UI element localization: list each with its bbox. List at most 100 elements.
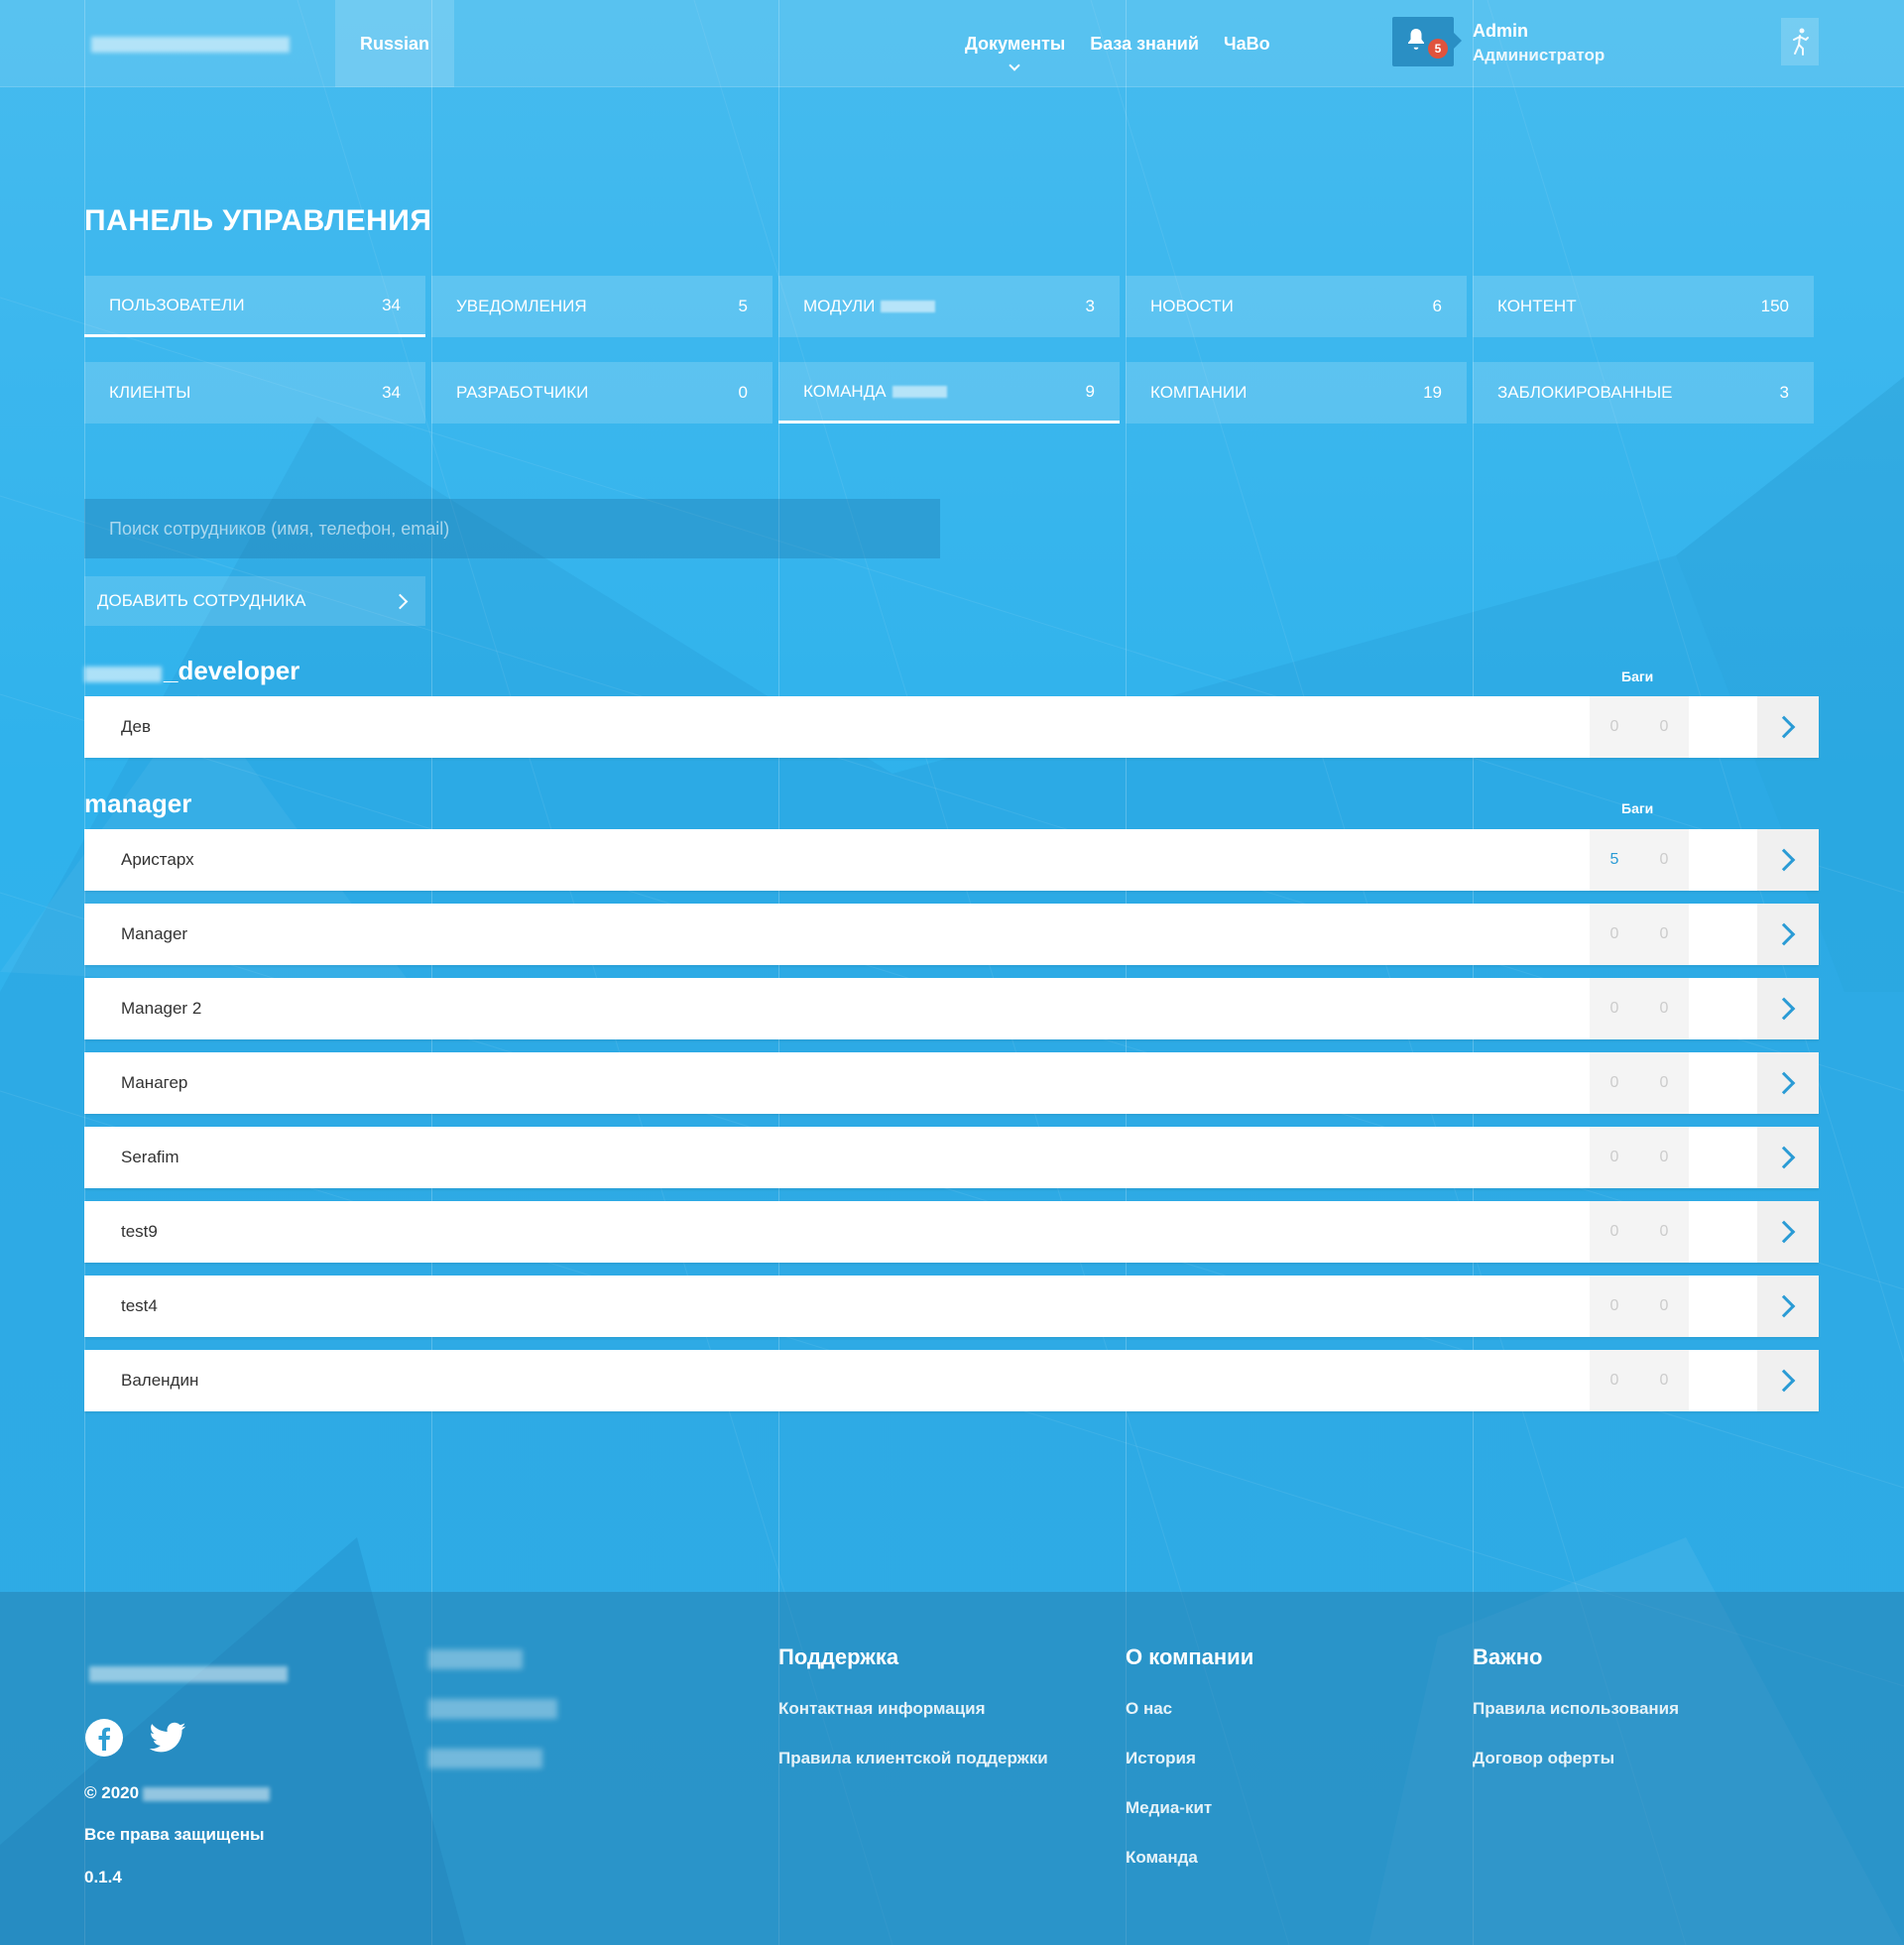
table-row[interactable]: Manager 2 0 0 xyxy=(84,978,1819,1039)
bugs-count-secondary: 0 xyxy=(1639,829,1689,891)
bugs-count: 0 xyxy=(1590,1127,1639,1188)
bugs-count-secondary: 0 xyxy=(1639,1350,1689,1411)
bugs-count[interactable]: 5 xyxy=(1590,829,1639,891)
table-row[interactable]: Serafim 0 0 xyxy=(84,1127,1819,1188)
table-row[interactable]: test9 0 0 xyxy=(84,1201,1819,1263)
notifications-button[interactable]: 5 xyxy=(1392,17,1462,66)
tile-label: Разработчики xyxy=(456,383,589,402)
column-header-bugs: Баги xyxy=(1621,669,1654,684)
tile-developers[interactable]: Разработчики 0 xyxy=(431,362,773,424)
tile-label: Заблокированные xyxy=(1497,383,1673,402)
open-employee-button[interactable] xyxy=(1757,829,1819,891)
employee-search-input[interactable] xyxy=(84,499,940,558)
tile-users[interactable]: Пользователи 34 xyxy=(84,276,425,337)
main-nav: Документы База знаний ЧаВо xyxy=(965,34,1270,71)
tile-count: 6 xyxy=(1432,297,1442,315)
tile-notifications[interactable]: Уведомления 5 xyxy=(431,276,773,337)
footer-link-media-kit[interactable]: Медиа-кит xyxy=(1126,1798,1212,1818)
user-name[interactable]: Admin xyxy=(1473,21,1528,42)
tile-count: 0 xyxy=(738,383,748,402)
table-row[interactable]: Дев 0 0 xyxy=(84,696,1819,758)
user-role: Администратор xyxy=(1473,46,1606,64)
tile-label: Пользователи xyxy=(109,295,245,314)
nav-documents-label: Документы xyxy=(965,34,1066,54)
nav-faq-label: ЧаВо xyxy=(1223,34,1270,54)
bugs-count-secondary: 0 xyxy=(1639,904,1689,965)
tile-label: Компании xyxy=(1150,383,1248,402)
language-switcher[interactable]: Russian xyxy=(335,0,454,87)
tile-news[interactable]: Новости 6 xyxy=(1126,276,1467,337)
footer-col-important-title: Важно xyxy=(1473,1644,1543,1669)
logo-redacted[interactable] xyxy=(91,37,290,53)
open-employee-button[interactable] xyxy=(1757,978,1819,1039)
open-employee-button[interactable] xyxy=(1757,1127,1819,1188)
bugs-count-secondary: 0 xyxy=(1639,1201,1689,1263)
notifications-badge: 5 xyxy=(1428,39,1448,59)
group-title-manager: manager xyxy=(84,789,191,819)
redacted-text xyxy=(881,301,936,312)
table-row[interactable]: Manager 0 0 xyxy=(84,904,1819,965)
tile-companies[interactable]: Компании 19 xyxy=(1126,362,1467,424)
tile-content[interactable]: Контент 150 xyxy=(1473,276,1814,337)
tile-count: 150 xyxy=(1760,297,1789,315)
chevron-right-icon xyxy=(1772,1220,1796,1244)
bugs-count: 0 xyxy=(1590,696,1639,758)
footer-version: 0.1.4 xyxy=(84,1868,122,1886)
footer-link-history[interactable]: История xyxy=(1126,1749,1196,1768)
logout-button[interactable] xyxy=(1781,18,1819,65)
redacted-text xyxy=(428,1749,542,1768)
tile-modules[interactable]: Модули 3 xyxy=(778,276,1120,337)
footer-rights: Все права защищены xyxy=(84,1825,265,1844)
table-row[interactable]: Аристарх 5 0 xyxy=(84,829,1819,891)
tile-count: 34 xyxy=(382,295,401,314)
bell-icon xyxy=(1408,29,1424,50)
bugs-count: 0 xyxy=(1590,1052,1639,1114)
tile-clients[interactable]: Клиенты 34 xyxy=(84,362,425,424)
tile-count: 34 xyxy=(382,383,401,402)
footer-link-contacts[interactable]: Контактная информация xyxy=(778,1699,986,1719)
tile-team[interactable]: Команда 9 xyxy=(778,362,1120,424)
twitter-icon[interactable] xyxy=(148,1718,187,1758)
employee-name: Manager xyxy=(121,924,188,943)
add-employee-button[interactable]: Добавить сотрудника xyxy=(84,576,425,626)
table-row[interactable]: Манагер 0 0 xyxy=(84,1052,1819,1114)
nav-documents[interactable]: Документы xyxy=(965,34,1066,71)
tile-label: Команда xyxy=(803,381,887,401)
open-employee-button[interactable] xyxy=(1757,696,1819,758)
footer-link-terms[interactable]: Правила использования xyxy=(1473,1699,1679,1719)
chevron-right-icon xyxy=(1772,1294,1796,1318)
footer-logo-redacted[interactable] xyxy=(89,1666,288,1682)
nav-knowledge-base[interactable]: База знаний xyxy=(1090,34,1199,55)
chevron-right-icon xyxy=(1772,715,1796,739)
chevron-right-icon xyxy=(392,593,409,609)
bugs-count: 0 xyxy=(1590,904,1639,965)
table-row[interactable]: Валендин 0 0 xyxy=(84,1350,1819,1411)
tile-count: 3 xyxy=(1085,297,1095,315)
running-man-icon xyxy=(1793,28,1809,56)
tile-count: 9 xyxy=(1085,381,1095,401)
bugs-count-secondary: 0 xyxy=(1639,696,1689,758)
redacted-text xyxy=(84,666,162,682)
footer-col-company-title: О компании xyxy=(1126,1644,1254,1669)
footer-link-offer[interactable]: Договор оферты xyxy=(1473,1749,1614,1768)
table-row[interactable]: test4 0 0 xyxy=(84,1276,1819,1337)
tile-label: Уведомления xyxy=(456,297,587,315)
footer-link-about[interactable]: О нас xyxy=(1126,1699,1172,1719)
bugs-count: 0 xyxy=(1590,1350,1639,1411)
open-employee-button[interactable] xyxy=(1757,1276,1819,1337)
open-employee-button[interactable] xyxy=(1757,1052,1819,1114)
open-employee-button[interactable] xyxy=(1757,904,1819,965)
tile-blocked[interactable]: Заблокированные 3 xyxy=(1473,362,1814,424)
nav-faq[interactable]: ЧаВо xyxy=(1224,34,1270,55)
bugs-count-secondary: 0 xyxy=(1639,1276,1689,1337)
chevron-right-icon xyxy=(1772,922,1796,946)
facebook-icon[interactable] xyxy=(84,1718,124,1758)
open-employee-button[interactable] xyxy=(1757,1201,1819,1263)
footer-link-support-rules[interactable]: Правила клиентской поддержки xyxy=(778,1749,1048,1768)
open-employee-button[interactable] xyxy=(1757,1350,1819,1411)
bugs-count: 0 xyxy=(1590,978,1639,1039)
footer-link-team[interactable]: Команда xyxy=(1126,1848,1198,1868)
tile-label-wrap: Команда xyxy=(803,382,947,402)
tile-count: 3 xyxy=(1779,383,1789,402)
chevron-right-icon xyxy=(1772,997,1796,1021)
